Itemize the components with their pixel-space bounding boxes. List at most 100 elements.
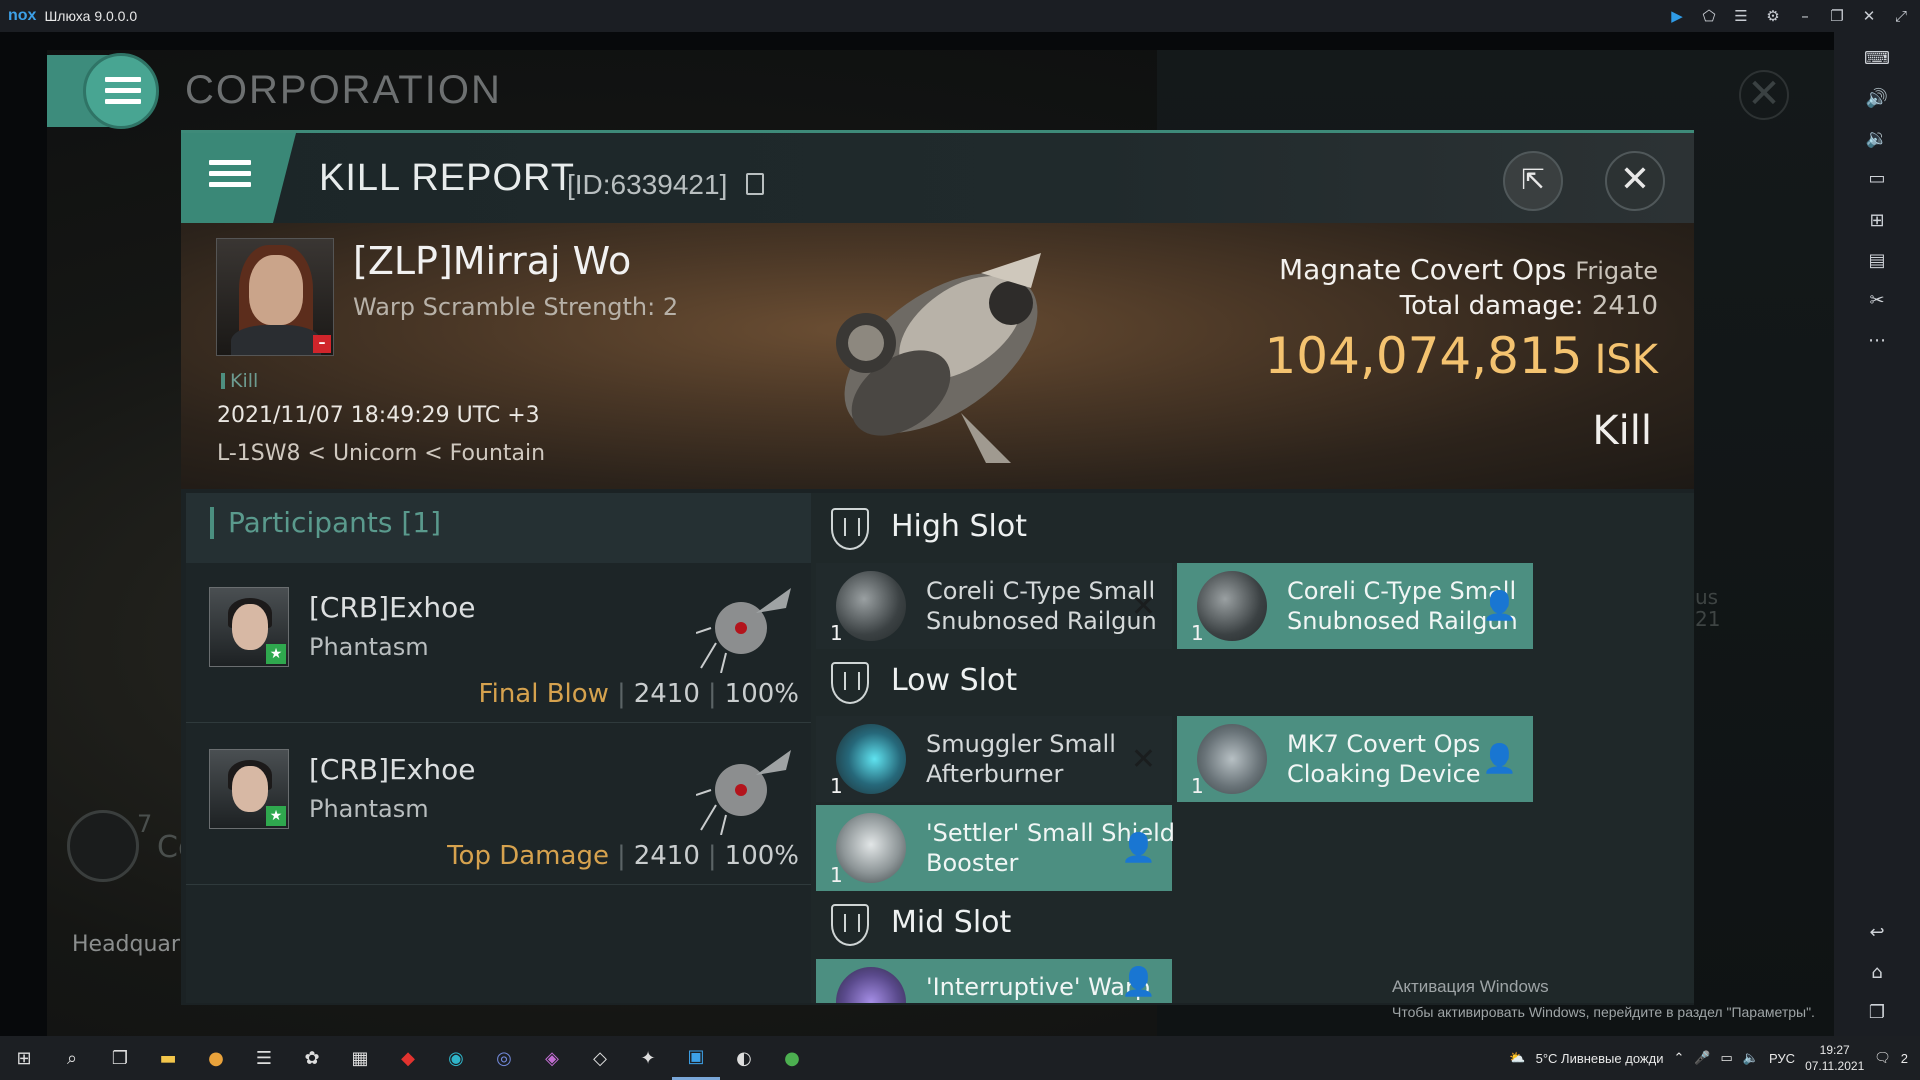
participants-title: Participants [1] bbox=[210, 507, 441, 539]
nox-taskbar-icon[interactable]: ▣ bbox=[672, 1036, 720, 1080]
module-item-dropped[interactable]: 'Interruptive' Warp 👤 bbox=[816, 959, 1172, 1003]
emulator-titlebar: nox Шлюха 9.0.0.0 ▶ ⬠ ☰ ⚙ – ❐ ✕ ⤢ bbox=[0, 0, 1920, 32]
participant-name[interactable]: [CRB]Exhoe bbox=[309, 591, 475, 624]
participant-damage: 2410 bbox=[633, 841, 700, 871]
edge-icon[interactable]: ◉ bbox=[432, 1036, 480, 1080]
weather[interactable]: 5°C Ливневые дожди bbox=[1536, 1051, 1664, 1066]
kill-report-menu-button[interactable] bbox=[181, 133, 296, 223]
corporation-title: CORPORATION bbox=[185, 68, 502, 112]
participants-header: Participants [1] bbox=[186, 493, 811, 563]
speaker-icon[interactable]: 🔈 bbox=[1743, 1050, 1759, 1066]
headquarters-label: Headquar bbox=[72, 932, 180, 957]
participant-percent: 100% bbox=[724, 841, 799, 871]
ship-image[interactable] bbox=[811, 233, 1071, 478]
clock-time: 19:27 bbox=[1819, 1043, 1850, 1057]
dropped-person-icon: 👤 bbox=[1482, 742, 1517, 775]
participant-ship-image bbox=[696, 750, 791, 835]
participant-row[interactable]: ★ [CRB]Exhoe Phantasm Final Blow | 2410 | 10… bbox=[186, 563, 811, 723]
tray-chevron-icon[interactable]: ⌃ bbox=[1673, 1050, 1684, 1066]
calculator-icon[interactable]: ▦ bbox=[336, 1036, 384, 1080]
more-icon[interactable]: ⋯ bbox=[1864, 328, 1890, 354]
volume-down-icon[interactable]: 🔉 bbox=[1864, 126, 1890, 152]
close-icon[interactable]: ✕ bbox=[1605, 151, 1665, 211]
module-item-dropped[interactable]: 1 'Settler' Small Shield Booster 👤 bbox=[816, 805, 1175, 891]
victim-avatar[interactable]: – bbox=[216, 238, 334, 356]
low-slot-title: Low Slot bbox=[891, 663, 1018, 698]
file-explorer-icon[interactable]: ▬ bbox=[144, 1036, 192, 1080]
main-menu-circle[interactable] bbox=[83, 53, 159, 129]
participant-avatar[interactable]: ★ bbox=[209, 587, 289, 667]
clock[interactable]: 19:27 07.11.2021 bbox=[1805, 1042, 1864, 1074]
play-icon[interactable]: ▶ bbox=[1668, 7, 1686, 25]
share-icon[interactable]: ⇱ bbox=[1503, 151, 1563, 211]
multi-instance-icon[interactable]: ▤ bbox=[1864, 248, 1890, 274]
volume-up-icon[interactable]: 🔊 bbox=[1864, 86, 1890, 112]
task-view-icon[interactable]: ❐ bbox=[96, 1036, 144, 1080]
search-icon[interactable]: ⌕ bbox=[48, 1036, 96, 1080]
app-icon[interactable]: ☰ bbox=[240, 1036, 288, 1080]
start-icon[interactable]: ⊞ bbox=[0, 1036, 48, 1080]
participant-ship: Phantasm bbox=[309, 633, 429, 661]
titlebar-controls: ▶ ⬠ ☰ ⚙ – ❐ ✕ ⤢ bbox=[1668, 0, 1910, 32]
window-title: Шлюха 9.0.0.0 bbox=[44, 8, 138, 24]
app-icon[interactable]: ◈ bbox=[528, 1036, 576, 1080]
add-apk-icon[interactable]: ⊞ bbox=[1864, 208, 1890, 234]
app-icon[interactable]: ◆ bbox=[384, 1036, 432, 1080]
participant-name[interactable]: [CRB]Exhoe bbox=[309, 753, 475, 786]
close-icon[interactable]: ✕ bbox=[1860, 7, 1878, 25]
app-icon[interactable]: ◐ bbox=[720, 1036, 768, 1080]
notifications-icon[interactable]: 🗨 bbox=[1874, 1050, 1891, 1066]
ship-name[interactable]: Magnate Covert Ops bbox=[1279, 253, 1566, 286]
chrome-icon[interactable]: ● bbox=[768, 1036, 816, 1080]
corporation-close-icon[interactable]: ✕ bbox=[1739, 70, 1789, 120]
copy-icon[interactable] bbox=[746, 173, 764, 195]
app-icon[interactable]: ✦ bbox=[624, 1036, 672, 1080]
participant-avatar[interactable]: ★ bbox=[209, 749, 289, 829]
restore-icon[interactable]: ❐ bbox=[1828, 7, 1846, 25]
recent-apps-icon[interactable]: ❐ bbox=[1864, 1000, 1890, 1026]
star-icon: ★ bbox=[266, 644, 286, 664]
language[interactable]: РУС bbox=[1769, 1051, 1795, 1066]
minimize-icon[interactable]: – bbox=[1796, 7, 1814, 25]
hamburger-icon bbox=[209, 160, 251, 188]
module-item-dropped[interactable]: 1 MK7 Covert Ops Cloaking Device 👤 bbox=[1177, 716, 1533, 802]
low-slot-header: Low Slot bbox=[811, 647, 1694, 717]
chrome-icon[interactable]: ● bbox=[192, 1036, 240, 1080]
high-slot-icon bbox=[831, 508, 869, 550]
participant-row[interactable]: ★ [CRB]Exhoe Phantasm Top Damage | 2410 | 10… bbox=[186, 725, 811, 885]
module-quantity: 1 bbox=[830, 774, 843, 798]
bg-status: us 21 bbox=[1695, 585, 1721, 631]
kill-report-header: KILL REPORT [ID:6339421] ⇱ ✕ bbox=[181, 133, 1694, 223]
discord-icon[interactable]: ◎ bbox=[480, 1036, 528, 1080]
participant-stats: Final Blow | 2410 | 100% bbox=[478, 679, 799, 709]
settings-icon[interactable]: ⚙ bbox=[1764, 7, 1782, 25]
module-quantity: 1 bbox=[1191, 621, 1204, 645]
notification-count: 2 bbox=[1900, 1050, 1908, 1066]
microphone-icon[interactable]: 🎤 bbox=[1694, 1050, 1710, 1066]
side-menu-icon[interactable] bbox=[67, 810, 139, 882]
module-item-dropped[interactable]: 1 Coreli C-Type Small Snubnosed Railgun … bbox=[1177, 563, 1533, 649]
shield-booster-icon bbox=[836, 813, 906, 883]
kill-location[interactable]: L-1SW8 < Unicorn < Fountain bbox=[217, 441, 545, 466]
screen-icon[interactable]: ▭ bbox=[1864, 166, 1890, 192]
scissors-icon[interactable]: ✂ bbox=[1864, 288, 1890, 314]
app-icon[interactable]: ◇ bbox=[576, 1036, 624, 1080]
weather-icon[interactable]: ⛅ bbox=[1509, 1050, 1525, 1066]
participant-percent: 100% bbox=[724, 679, 799, 709]
back-icon[interactable]: ↩ bbox=[1864, 920, 1890, 946]
top-damage-label: Top Damage bbox=[447, 841, 609, 871]
fullscreen-icon[interactable]: ⤢ bbox=[1892, 7, 1910, 25]
network-icon[interactable]: ▭ bbox=[1721, 1050, 1733, 1066]
app-icon[interactable]: ✿ bbox=[288, 1036, 336, 1080]
ship-type: Magnate Covert Ops Frigate bbox=[1279, 253, 1658, 286]
keyboard-icon[interactable]: ⌨ bbox=[1864, 46, 1890, 72]
home-icon[interactable]: ⌂ bbox=[1864, 960, 1890, 986]
package-icon[interactable]: ⬠ bbox=[1700, 7, 1718, 25]
game-viewport: CORPORATION ✕ 7 Co Headquar us 21 KILL RE… bbox=[0, 32, 1834, 1036]
module-item-destroyed[interactable]: 1 Smuggler Small Afterburner ✕ bbox=[816, 716, 1172, 802]
victim-name[interactable]: [ZLP]Mirraj Wo bbox=[353, 239, 631, 283]
ship-class: Frigate bbox=[1575, 257, 1658, 285]
menu-icon[interactable]: ☰ bbox=[1732, 7, 1750, 25]
module-item-destroyed[interactable]: 1 Coreli C-Type Small Snubnosed Railgun … bbox=[816, 563, 1172, 649]
windows-taskbar: ⊞ ⌕ ❐ ▬ ● ☰ ✿ ▦ ◆ ◉ ◎ ◈ ◇ ✦ ▣ ◐ ● ⛅ 5°C … bbox=[0, 1036, 1920, 1080]
